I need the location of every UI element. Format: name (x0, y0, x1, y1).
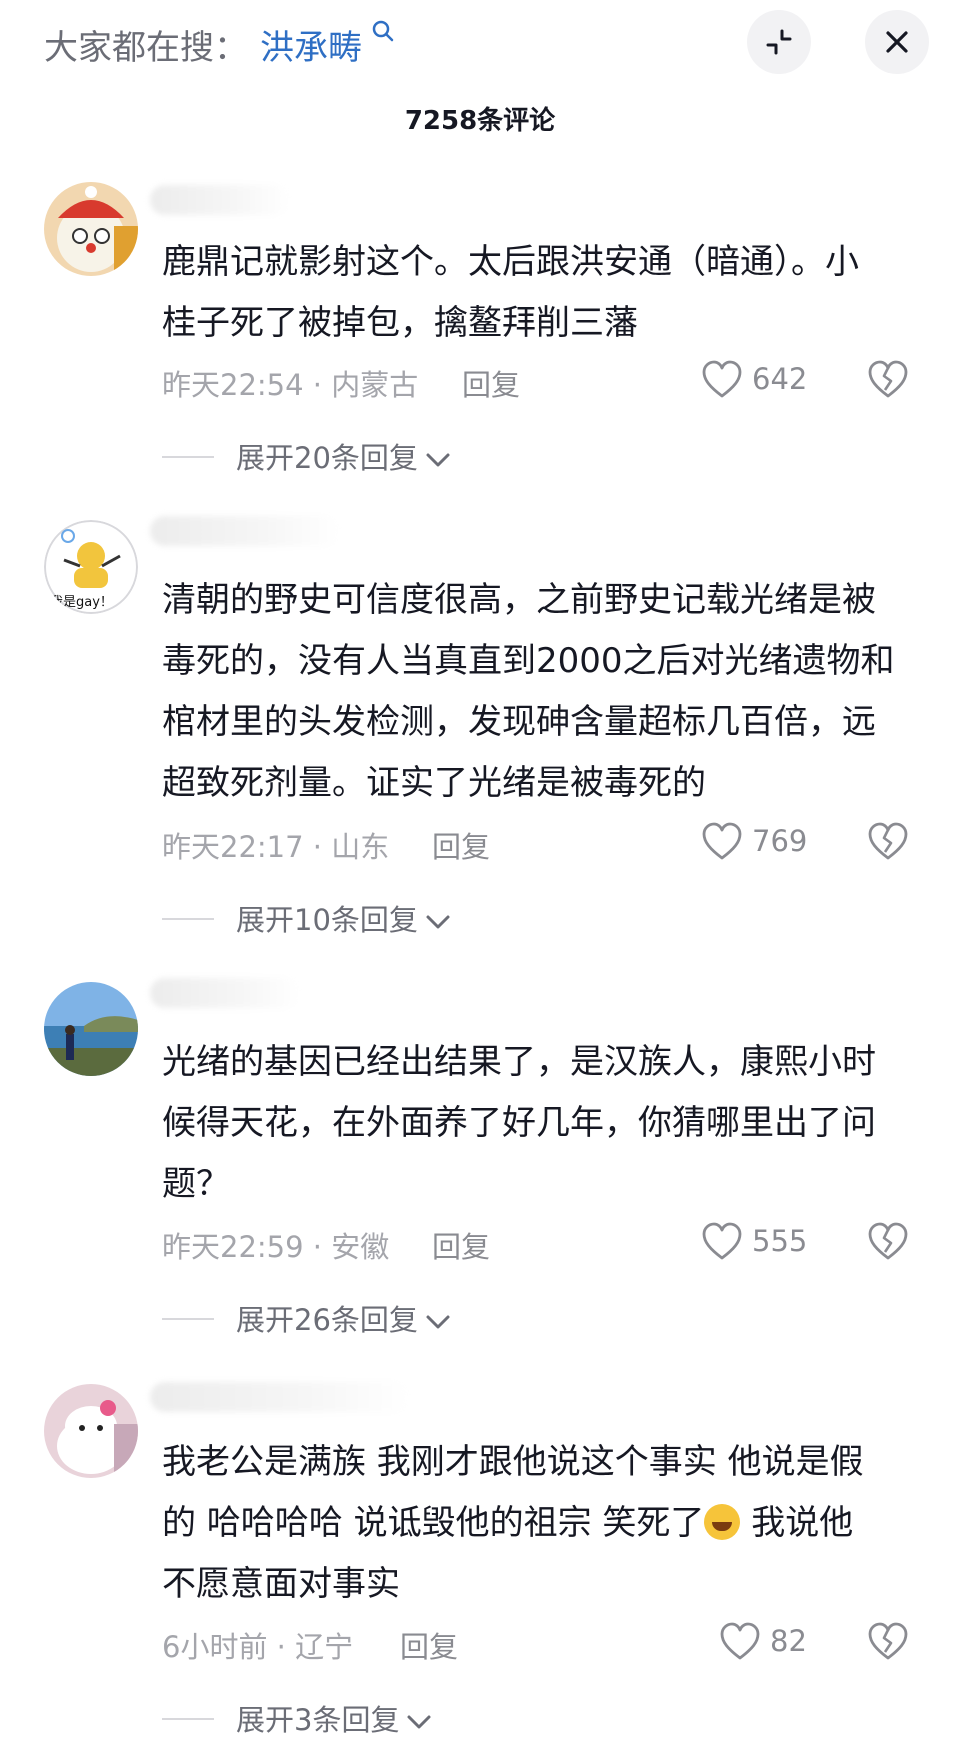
chevron-down-icon (407, 1715, 431, 1729)
expand-replies-label: 展开20条回复 (236, 441, 418, 475)
expand-replies-label: 展开3条回复 (236, 1703, 400, 1737)
avatar-caption: 我是gay！ (50, 595, 113, 610)
divider-line (162, 1318, 214, 1320)
chevron-down-icon (426, 453, 450, 467)
expand-replies-button[interactable]: 展开10条回复 (236, 897, 452, 939)
divider-line (162, 456, 214, 458)
trending-search-prefix: 大家都在搜： (44, 28, 248, 68)
avatar-image (44, 182, 138, 276)
comment-text: 光绪的基因已经出结果了，是汉族人，康熙小时 候得天花，在外面养了好几年，你猜哪里… (162, 1042, 876, 1204)
broken-heart-icon[interactable] (866, 1222, 910, 1262)
heart-icon[interactable] (700, 1222, 744, 1262)
expand-replies-button[interactable]: 展开26条回复 (236, 1297, 452, 1339)
avatar-image (44, 982, 138, 1076)
top-bar: 大家都在搜： 洪承畴 (0, 0, 960, 90)
divider-line (162, 918, 214, 920)
reply-button[interactable]: 回复 (432, 824, 490, 866)
reply-button[interactable]: 回复 (432, 1224, 490, 1266)
reply-button[interactable]: 回复 (462, 362, 520, 404)
expand-replies-label: 展开10条回复 (236, 903, 418, 937)
avatar[interactable] (44, 982, 138, 1076)
trending-search-link[interactable]: 洪承畴 (260, 20, 362, 69)
like-count: 555 (752, 1224, 808, 1258)
expand-replies-label: 展开26条回复 (236, 1303, 418, 1337)
username-redacted (150, 516, 340, 546)
chevron-down-icon (426, 915, 450, 929)
broken-heart-icon[interactable] (866, 1622, 910, 1662)
heart-icon[interactable] (700, 360, 744, 400)
comment-text: 鹿鼎记就影射这个。太后跟洪安通（暗通）。小 桂子死了被掉包，擒鳌拜削三藩 (162, 242, 859, 343)
avatar[interactable] (44, 182, 138, 276)
collapse-icon (766, 29, 792, 55)
heart-icon[interactable] (700, 822, 744, 862)
comment-meta: 6小时前 · 辽宁 (162, 1630, 354, 1664)
avatar-image: 我是gay！ (44, 520, 138, 614)
collapse-button[interactable] (747, 10, 811, 74)
like-count: 769 (752, 824, 808, 858)
chevron-down-icon (426, 1315, 450, 1329)
like-count: 642 (752, 362, 808, 396)
close-icon (886, 31, 908, 53)
divider-line (162, 1718, 214, 1720)
username-redacted (150, 1382, 410, 1412)
username-redacted (150, 185, 290, 215)
comment-text: 清朝的野史可信度很高，之前野史记载光绪是被 毒死的，没有人当真直到2000之后对… (162, 580, 895, 803)
username-redacted (150, 978, 300, 1008)
avatar[interactable] (44, 1384, 138, 1478)
comment-meta: 昨天22:17 · 山东 (162, 830, 390, 864)
heart-icon[interactable] (718, 1622, 762, 1662)
avatar[interactable]: 我是gay！ (44, 520, 138, 614)
search-icon (372, 20, 394, 42)
comment-text: 我老公是满族 我刚才跟他说这个事实 他说是假 的 哈哈哈哈 说诋毁他的祖宗 笑死… (162, 1432, 922, 1615)
broken-heart-icon[interactable] (866, 822, 910, 862)
expand-replies-button[interactable]: 展开3条回复 (236, 1697, 433, 1739)
comment-meta: 昨天22:54 · 内蒙古 (162, 368, 419, 402)
laughing-emoji-icon (704, 1504, 741, 1540)
close-button[interactable] (865, 10, 929, 74)
broken-heart-icon[interactable] (866, 360, 910, 400)
expand-replies-button[interactable]: 展开20条回复 (236, 435, 452, 477)
avatar-image (44, 1384, 138, 1478)
comment-meta: 昨天22:59 · 安徽 (162, 1230, 390, 1264)
like-count: 82 (770, 1624, 807, 1658)
comment-count-title: 7258条评论 (404, 106, 556, 136)
reply-button[interactable]: 回复 (400, 1624, 458, 1666)
